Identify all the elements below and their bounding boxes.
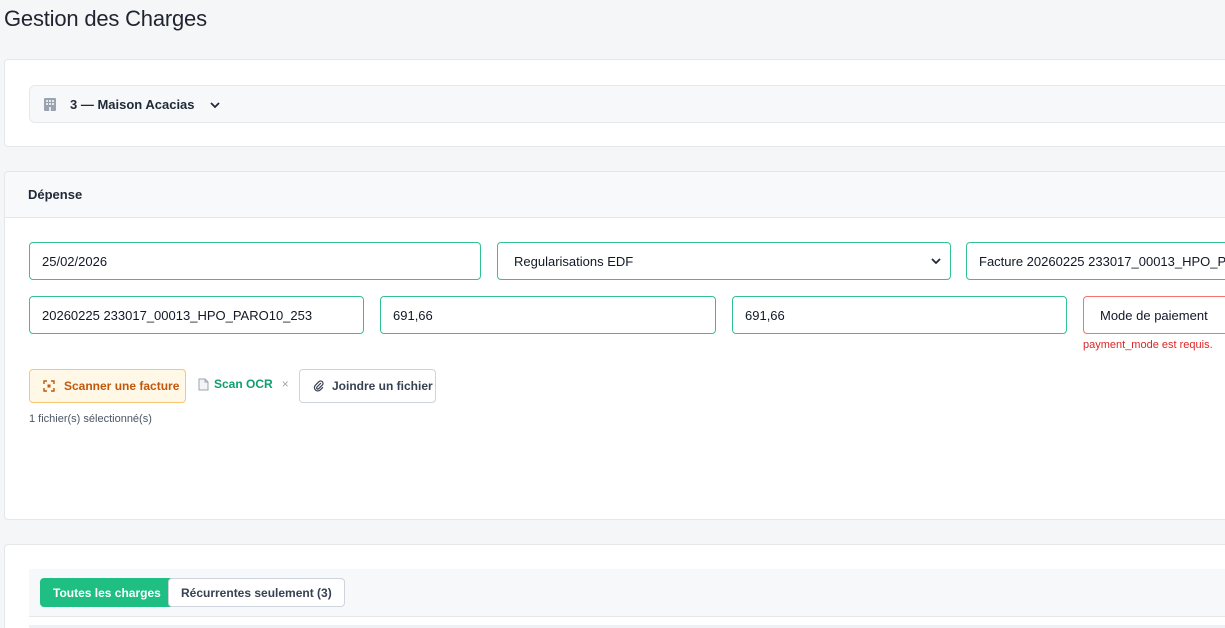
label-value: Facture 20260225 233017_00013_HPO_PARO10… <box>979 253 1225 269</box>
attach-file-button[interactable]: Joindre un fichier <box>299 369 436 403</box>
reference-value: 20260225 233017_00013_HPO_PARO10_253 <box>42 307 313 323</box>
payment-mode-field[interactable]: Mode de paiement <box>1083 296 1225 334</box>
amount-value: 691,66 <box>393 307 433 323</box>
filter-bar: Toutes les charges Récurrentes seulement… <box>29 569 1225 617</box>
date-value: 25/02/2026 <box>42 253 108 269</box>
reference-field[interactable]: 20260225 233017_00013_HPO_PARO10_253 <box>29 296 364 334</box>
scan-invoice-label: Scanner une facture <box>64 379 180 393</box>
paperclip-icon <box>313 380 325 392</box>
tab-recurring-only[interactable]: Récurrentes seulement (3) <box>168 578 345 607</box>
payment-mode-placeholder: Mode de paiement <box>1100 307 1208 323</box>
ocr-chip: Scan OCR × <box>198 377 289 391</box>
page-title: Gestion des Charges <box>4 6 207 31</box>
chevron-down-icon <box>930 255 942 267</box>
close-icon[interactable]: × <box>282 377 289 391</box>
attach-file-label: Joindre un fichier <box>332 379 433 393</box>
property-select[interactable]: 3 — Maison Acacias <box>29 85 1225 123</box>
expense-card-header: Dépense <box>5 172 1225 218</box>
property-label: 3 — Maison Acacias <box>70 96 195 112</box>
payment-mode-error: payment_mode est requis. <box>1083 339 1213 351</box>
amount-field[interactable]: 691,66 <box>380 296 716 334</box>
scan-invoice-button[interactable]: Scanner une facture <box>29 369 186 403</box>
charges-card: Toutes les charges Récurrentes seulement… <box>4 544 1225 628</box>
property-card: 3 — Maison Acacias <box>4 59 1225 147</box>
expense-header-title: Dépense <box>28 187 83 202</box>
date-field[interactable]: 25/02/2026 <box>29 242 481 280</box>
scan-icon <box>43 380 55 392</box>
expense-card: Dépense 25/02/2026 Regularisations EDF F… <box>4 171 1225 520</box>
tab-all-charges[interactable]: Toutes les charges <box>40 578 174 607</box>
category-value: Regularisations EDF <box>514 253 634 269</box>
category-select[interactable]: Regularisations EDF <box>497 242 951 280</box>
chevron-down-icon <box>209 98 221 110</box>
ocr-chip-label: Scan OCR <box>214 377 273 391</box>
amount-ttc-value: 691,66 <box>745 307 785 323</box>
building-icon <box>42 96 58 112</box>
document-icon <box>198 378 209 391</box>
label-field[interactable]: Facture 20260225 233017_00013_HPO_PARO10… <box>966 242 1225 280</box>
amount-ttc-field[interactable]: 691,66 <box>732 296 1067 334</box>
files-selected-text: 1 fichier(s) sélectionné(s) <box>29 413 152 425</box>
